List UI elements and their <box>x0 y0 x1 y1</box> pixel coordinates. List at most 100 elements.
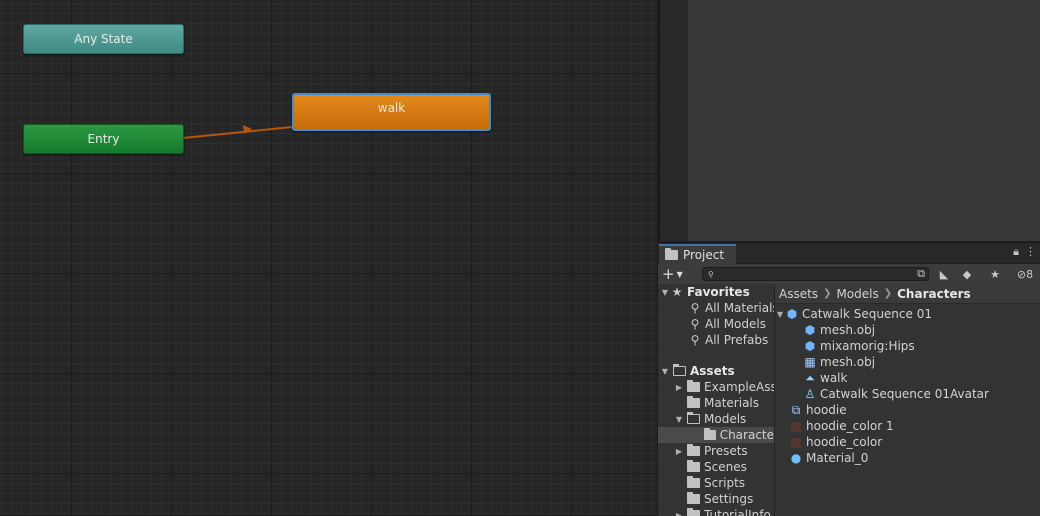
asset-label: Catwalk Sequence 01Avatar <box>820 387 989 401</box>
favorite-label: All Models <box>705 317 766 331</box>
asset-row[interactable]: ⬢mixamorig:Hips <box>803 338 915 354</box>
expand-down-icon[interactable]: ▼ <box>660 288 670 297</box>
mesh-cube-icon: ⬢ <box>803 339 817 353</box>
folder-label: Materials <box>704 396 759 410</box>
asset-label: mesh.obj <box>820 355 875 369</box>
folder-icon <box>687 510 700 516</box>
favorite-all-materials[interactable]: ⚲All Materials <box>688 300 775 316</box>
texture-dark-icon: ▩ <box>789 435 803 449</box>
walk-label: walk <box>378 101 405 115</box>
search-icon: ⚲ <box>688 301 702 315</box>
asset-label: hoodie_color 1 <box>806 419 894 433</box>
folder-icon <box>687 462 700 472</box>
eye-slash-icon: ⊘ <box>1017 268 1026 281</box>
asset-label: Material_0 <box>806 451 868 465</box>
material-sphere-icon: ● <box>789 451 803 465</box>
expand-right-icon[interactable]: ▶ <box>674 447 684 456</box>
lock-icon[interactable]: 🔒︎ <box>1013 245 1019 259</box>
expand-right-icon[interactable]: ▶ <box>674 511 684 516</box>
project-panel: Project 🔒︎ ⋮ +▼ ⚲ ⧉ ◣ ◆ ★ ⊘8 ▼★Favorites… <box>658 242 1040 516</box>
asset-label: mesh.obj <box>820 323 875 337</box>
folder-label: Scenes <box>704 460 747 474</box>
asset-label: hoodie_color <box>806 435 882 449</box>
breadcrumb-models[interactable]: Models <box>836 287 878 301</box>
grid-mesh-icon: ▦ <box>803 355 817 369</box>
folder-row[interactable]: ▼ Models <box>674 411 746 427</box>
favorite-all-prefabs[interactable]: ⚲All Prefabs <box>688 332 768 348</box>
search-icon: ⚲ <box>688 317 702 331</box>
asset-row[interactable]: ♙Catwalk Sequence 01Avatar <box>803 386 989 402</box>
any-state-node[interactable]: Any State <box>23 24 184 54</box>
folder-label: Settings <box>704 492 753 506</box>
asset-row[interactable]: ●Material_0 <box>789 450 868 466</box>
chevron-right-icon: ❯ <box>884 288 892 299</box>
favorite-all-models[interactable]: ⚲All Models <box>688 316 766 332</box>
breadcrumb-assets[interactable]: Assets <box>779 287 818 301</box>
assets-label: Assets <box>690 364 735 378</box>
chevron-right-icon: ❯ <box>823 288 831 299</box>
asset-row[interactable]: ▩hoodie_color 1 <box>789 418 894 434</box>
folder-label: ExampleAss <box>704 380 775 394</box>
breadcrumb-characters[interactable]: Characters <box>897 287 971 301</box>
folder-label: Models <box>704 412 746 426</box>
asset-label: hoodie <box>806 403 847 417</box>
folder-open-icon <box>673 366 686 376</box>
animator-graph-canvas[interactable]: Any State Entry walk <box>0 0 657 515</box>
inspector-area <box>688 0 1040 241</box>
expand-down-icon[interactable]: ▼ <box>775 310 785 319</box>
asset-row[interactable]: ▩hoodie_color <box>789 434 882 450</box>
folder-row[interactable]: ▶ ExampleAss <box>674 379 775 395</box>
folder-row[interactable]: Settings <box>687 491 753 507</box>
animation-clip-icon: ⏶ <box>803 371 817 386</box>
plus-icon: + <box>662 265 675 283</box>
asset-row[interactable]: ▼⬢Catwalk Sequence 01 <box>775 306 932 322</box>
mesh-cube-icon: ⬢ <box>803 323 817 337</box>
folder-label: Presets <box>704 444 748 458</box>
walk-state-node[interactable]: walk <box>292 93 491 131</box>
assets-header[interactable]: ▼ Assets <box>660 363 735 379</box>
asset-label: walk <box>820 371 847 385</box>
favorites-label: Favorites <box>687 285 750 299</box>
expand-down-icon[interactable]: ▼ <box>660 367 670 376</box>
project-toolbar: +▼ ⚲ ⧉ ◣ ◆ ★ ⊘8 <box>658 264 1040 285</box>
asset-row[interactable]: ⧉hoodie <box>789 402 847 418</box>
search-input[interactable]: ⚲ <box>702 267 929 281</box>
side-strip <box>660 0 688 241</box>
model-prefab-icon: ⬢ <box>785 307 799 321</box>
add-button[interactable]: +▼ <box>662 265 683 283</box>
expand-down-icon[interactable]: ▼ <box>674 415 684 424</box>
hidden-packages-button[interactable]: ⊘8 <box>1010 265 1040 283</box>
avatar-icon: ♙ <box>803 387 817 401</box>
texture-dark-icon: ▩ <box>789 419 803 433</box>
folder-label: Scripts <box>704 476 745 490</box>
folder-row[interactable]: ▶ Presets <box>674 443 748 459</box>
tab-project-label: Project <box>683 248 724 262</box>
transition-arrow[interactable] <box>0 0 657 515</box>
favorites-header[interactable]: ▼★Favorites <box>660 284 750 300</box>
folder-icon <box>687 494 700 504</box>
folder-row[interactable]: Scenes <box>687 459 747 475</box>
filter-by-label-button[interactable]: ◆ <box>956 265 978 283</box>
folder-icon <box>665 250 678 260</box>
entry-node[interactable]: Entry <box>23 124 184 154</box>
folder-row[interactable]: Scripts <box>687 475 745 491</box>
folder-row-selected[interactable]: Characte <box>658 427 774 443</box>
expand-right-icon[interactable]: ▶ <box>674 383 684 392</box>
folder-label: Characte <box>720 428 774 442</box>
asset-row[interactable]: ⬢mesh.obj <box>803 322 875 338</box>
asset-list-pane: Assets ❯ Models ❯ Characters ▼⬢Catwalk S… <box>775 284 1040 516</box>
asset-row[interactable]: ▦mesh.obj <box>803 354 875 370</box>
favorites-star-button[interactable]: ★ <box>984 265 1006 283</box>
search-icon: ⚲ <box>708 270 714 279</box>
kebab-menu-icon[interactable]: ⋮ <box>1025 245 1036 259</box>
favorite-label: All Prefabs <box>705 333 768 347</box>
search-icon: ⚲ <box>688 333 702 347</box>
tab-project[interactable]: Project <box>659 244 736 264</box>
asset-row[interactable]: ⏶walk <box>803 370 847 386</box>
asset-label: Catwalk Sequence 01 <box>802 307 932 321</box>
chevron-down-icon: ▼ <box>677 270 683 279</box>
search-by-type-icon[interactable]: ⧉ <box>910 265 932 283</box>
filter-by-type-button[interactable]: ◣ <box>933 265 955 283</box>
folder-row[interactable]: Materials <box>687 395 759 411</box>
texture-icon: ⧉ <box>789 403 803 418</box>
